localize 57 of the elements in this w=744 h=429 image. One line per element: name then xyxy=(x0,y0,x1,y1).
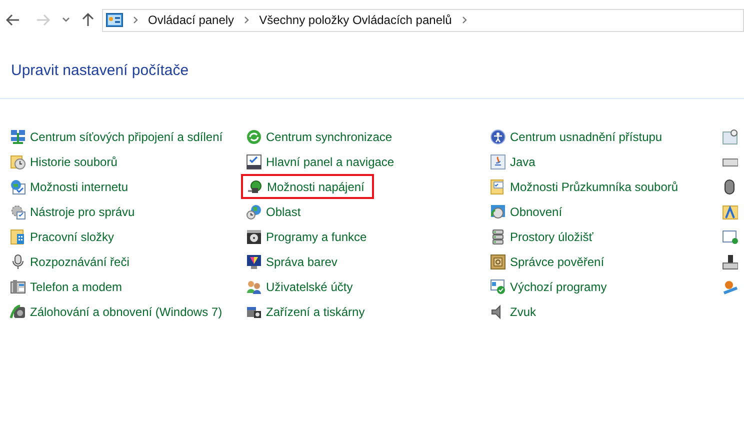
breadcrumb-item[interactable]: Všechny položky Ovládacích panelů xyxy=(259,11,452,29)
control-panel-item[interactable]: Prostory úložišť xyxy=(488,224,596,249)
control-panel-item[interactable]: Možnosti Průzkumníka souborů xyxy=(488,174,680,199)
control-panel-item[interactable]: Rozpoznávání řeči xyxy=(8,249,132,274)
globe-clock-icon xyxy=(246,204,262,220)
clock-folder-icon xyxy=(10,154,26,170)
default-programs-icon xyxy=(490,278,506,294)
control-panel-item[interactable]: Zálohování a obnovení (Windows 7) xyxy=(8,299,224,324)
color-monitor-icon xyxy=(246,254,262,270)
vault-icon xyxy=(490,254,506,270)
control-panel-item[interactable]: Výchozí programy xyxy=(488,274,609,299)
control-panel-item[interactable]: Programy a funkce xyxy=(244,224,369,249)
control-panel-item[interactable]: Správa barev xyxy=(244,249,340,274)
power-plug-icon xyxy=(247,178,263,194)
accessibility-icon xyxy=(490,128,506,144)
chevron-icon xyxy=(133,16,138,24)
control-panel-item[interactable]: Zařízení a tiskárny xyxy=(244,299,367,324)
sync-icon xyxy=(246,128,262,144)
breadcrumb-item[interactable]: Ovládací panely xyxy=(148,11,234,29)
control-panel-item[interactable]: Obnovení xyxy=(488,199,564,224)
control-panel-item[interactable]: Možnosti internetu xyxy=(8,174,130,199)
control-panel-item[interactable]: Hlavní panel a navigace xyxy=(244,149,396,174)
control-panel-item[interactable]: Správce pověření xyxy=(488,249,606,274)
control-panel-item[interactable]: Pracovní složky xyxy=(8,224,116,249)
network-icon xyxy=(10,128,26,144)
control-panel-item[interactable]: Zvuk xyxy=(488,299,538,324)
control-panel-item[interactable]: Možnosti napájení xyxy=(241,174,374,199)
chevron-icon xyxy=(462,16,467,24)
control-panel-item[interactable]: Nástroje pro správu xyxy=(8,199,137,224)
taskbar-icon xyxy=(246,154,262,170)
control-panel-item[interactable]: Java xyxy=(488,149,538,174)
control-panel-item[interactable]: Centrum synchronizace xyxy=(244,124,394,149)
control-panel-item[interactable]: Historie souborů xyxy=(8,149,120,174)
building-folder-icon xyxy=(10,228,26,244)
up-arrow-icon[interactable] xyxy=(82,13,94,27)
control-panel-item[interactable]: Telefon a modem xyxy=(8,274,124,299)
microphone-icon xyxy=(10,254,26,270)
folder-options-icon xyxy=(490,178,506,194)
control-panel-item[interactable]: Centrum usnadnění přístupu xyxy=(488,124,664,149)
restore-icon xyxy=(490,204,506,220)
chevron-icon xyxy=(244,16,250,24)
control-panel-item[interactable]: Uživatelské účty xyxy=(244,274,355,299)
disc-box-icon xyxy=(246,228,262,244)
caret-icon[interactable] xyxy=(62,17,70,23)
phone-icon xyxy=(10,278,26,294)
java-icon xyxy=(490,154,506,170)
address-bar[interactable]: Ovládací panely Všechny položky Ovládacích panelů xyxy=(102,8,744,32)
drive-stack-icon xyxy=(490,228,506,244)
control-panel-item[interactable]: Oblast xyxy=(244,199,303,224)
globe-window-icon xyxy=(10,178,26,194)
users-icon xyxy=(246,278,262,294)
control-panel-item[interactable]: Centrum síťových připojení a sdílení xyxy=(8,124,225,149)
page-heading: Upravit nastavení počítače xyxy=(11,62,189,79)
back-icon[interactable] xyxy=(6,14,20,26)
backup-icon xyxy=(10,304,26,320)
control-panel-icon xyxy=(106,13,123,27)
gear-window-icon xyxy=(10,204,26,220)
